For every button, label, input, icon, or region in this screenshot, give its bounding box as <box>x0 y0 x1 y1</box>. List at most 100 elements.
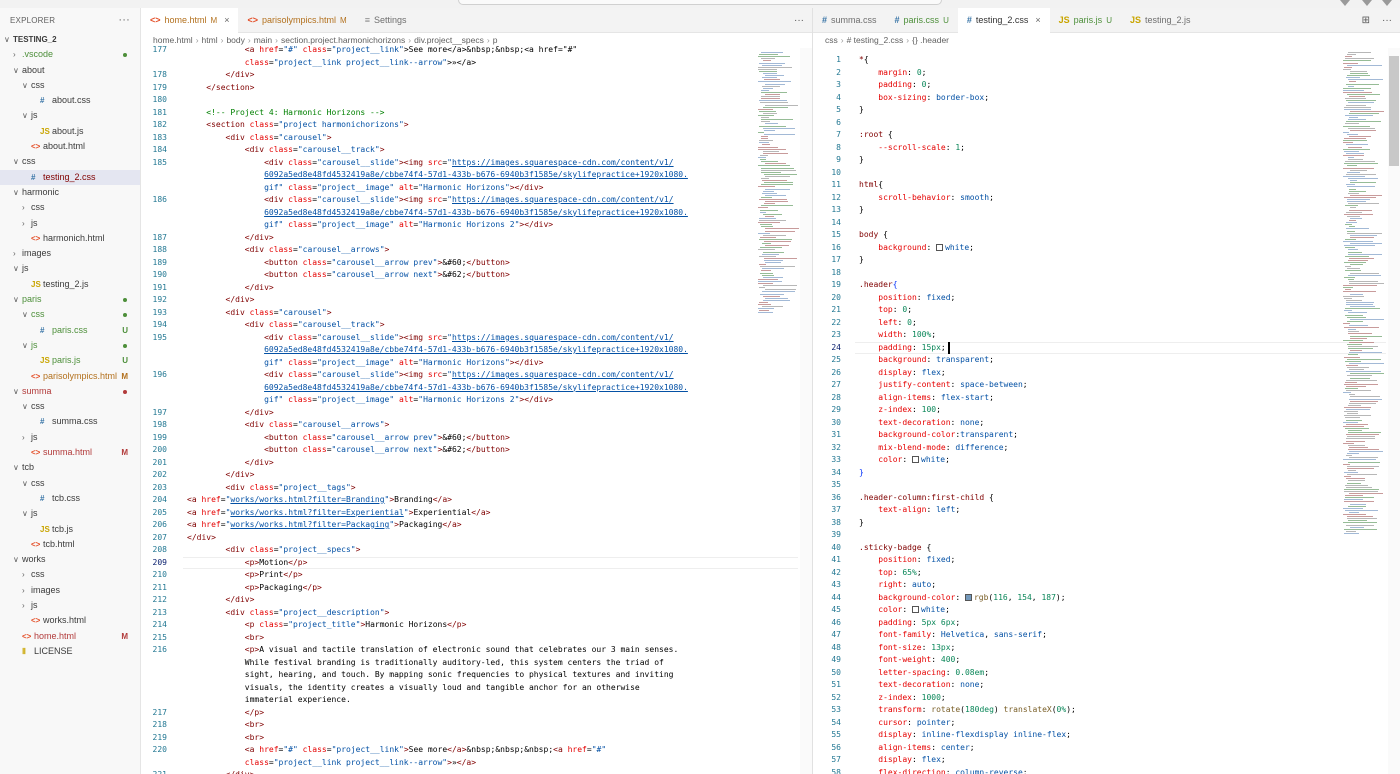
layout-toggle-icon[interactable] <box>1340 0 1350 6</box>
scrollbar[interactable] <box>1388 48 1400 774</box>
line-number: 197 <box>152 407 167 417</box>
breadcrumb-item[interactable]: css <box>825 35 838 45</box>
tree-item-about-css[interactable]: # about.css <box>0 93 140 108</box>
tree-item-harmonich-html[interactable]: <> harmonich.html <box>0 231 140 246</box>
title-bar <box>0 0 1400 8</box>
tree-item-js[interactable]: ∨ js <box>0 261 140 276</box>
tree-item-tcb-css[interactable]: # tcb.css <box>0 491 140 506</box>
tree-item-about[interactable]: ∨ about <box>0 63 140 78</box>
split-editor-icon[interactable]: ⊞ <box>1362 8 1370 33</box>
tree-item-parisolympics-html[interactable]: <> parisolympics.html M <box>0 369 140 384</box>
tree-item-paris-js[interactable]: JS paris.js U <box>0 353 140 368</box>
tab-testing-2-js[interactable]: JS testing_2.js <box>1121 8 1200 33</box>
tree-item-summa-html[interactable]: <> summa.html M <box>0 445 140 460</box>
close-icon[interactable]: × <box>224 8 229 33</box>
tree-item-paris[interactable]: ∨ paris <box>0 292 140 307</box>
minimap[interactable] <box>1343 48 1387 774</box>
scrollbar-thumb[interactable] <box>1389 56 1399 166</box>
tree-item-testing-2-js[interactable]: JS testing_2.js <box>0 277 140 292</box>
tab-testing-2-css[interactable]: # testing_2.css × <box>957 8 1050 33</box>
code-line: position: fixed; <box>878 292 956 302</box>
tree-item-tcb-js[interactable]: JS tcb.js <box>0 522 140 537</box>
tree-item-css[interactable]: › css <box>0 567 140 582</box>
tree-item-js[interactable]: ∨ js <box>0 108 140 123</box>
tree-item-js[interactable]: › js <box>0 598 140 613</box>
minimap-line <box>1345 308 1380 310</box>
minimap-line <box>1346 222 1357 224</box>
tree-item-css[interactable]: ∨ css <box>0 476 140 491</box>
code-line: <br> <box>244 720 265 729</box>
tree-item-css[interactable]: ∨ css <box>0 307 140 322</box>
tree-item-js[interactable]: › js <box>0 216 140 231</box>
minimap-line <box>1346 434 1379 436</box>
tree-item-paris-css[interactable]: # paris.css U <box>0 323 140 338</box>
code-line: right: auto; <box>878 580 937 589</box>
line-number: 220 <box>152 745 167 754</box>
code-line: width: 100%; <box>878 330 937 339</box>
line-number: 188 <box>152 245 167 254</box>
tree-item-summa[interactable]: ∨ summa <box>0 384 140 399</box>
tab-home-html[interactable]: <> home.html M × <box>141 8 239 33</box>
more-actions-icon[interactable]: ··· <box>1382 8 1392 33</box>
tree-item-testing-2[interactable]: ∨ TESTING_2 <box>0 32 140 47</box>
minimap-line <box>1349 446 1368 448</box>
tree-item-label: js <box>31 339 38 350</box>
more-actions-icon[interactable]: ··· <box>118 14 130 26</box>
tab-settings[interactable]: ≡ Settings <box>356 8 416 33</box>
tree-item-tcb[interactable]: ∨ tcb <box>0 460 140 475</box>
tree-item-tcb-html[interactable]: <> tcb.html <box>0 537 140 552</box>
minimap-line <box>759 54 778 56</box>
line-number: 17 <box>831 255 841 264</box>
tree-item-testing-2-css[interactable]: # testing_2.css <box>0 169 140 185</box>
git-status-badge: U <box>122 325 128 335</box>
breadcrumb-item[interactable]: # testing_2.css <box>847 35 904 45</box>
scrollbar[interactable] <box>800 48 812 774</box>
js-file-icon: JS <box>40 356 50 366</box>
code-editor[interactable]: 1 *{2 margin: 0; 3 padding: 0; 4 box-sizing… <box>813 48 1400 774</box>
layout-toggle-icon[interactable] <box>1382 0 1392 6</box>
tree-item-home-html[interactable]: <> home.html M <box>0 629 140 644</box>
tree-item-images[interactable]: › images <box>0 246 140 261</box>
breadcrumb-item[interactable]: {} .header <box>912 35 949 45</box>
minimap[interactable] <box>758 48 802 774</box>
tab-paris-css[interactable]: # paris.css U <box>886 8 958 33</box>
tree-item--vscode[interactable]: › .vscode <box>0 47 140 62</box>
tree-item-about-js[interactable]: JS about.js <box>0 124 140 139</box>
minimap-line <box>1346 152 1364 154</box>
tree-item-images[interactable]: › images <box>0 583 140 598</box>
tree-item-summa-css[interactable]: # summa.css <box>0 414 140 429</box>
line-number: 206 <box>152 520 167 529</box>
tree-item-js[interactable]: › js <box>0 430 140 445</box>
tree-item-label: harmonich.html <box>43 232 105 243</box>
tab-paris-js[interactable]: JS paris.js U <box>1050 8 1121 33</box>
html-file-icon: <> <box>22 631 32 641</box>
tree-item-js[interactable]: ∨ js <box>0 506 140 521</box>
minimap-line <box>1350 182 1376 184</box>
code-editor[interactable]: 177 <a href="#" class="project__link">Se… <box>141 45 812 774</box>
more-actions-icon[interactable]: ··· <box>794 8 804 33</box>
tree-item-css[interactable]: ∨ css <box>0 154 140 169</box>
minimap-line <box>1349 457 1378 459</box>
minimap-line <box>1343 142 1353 144</box>
tree-item-license[interactable]: Ⅱ LICENSE <box>0 644 140 659</box>
minimap-line <box>758 66 792 68</box>
layout-toggle-icon[interactable] <box>1362 0 1372 6</box>
tree-item-about-html[interactable]: <> about.html <box>0 139 140 154</box>
code-line: } <box>859 105 864 114</box>
tree-item-css[interactable]: ∨ css <box>0 78 140 93</box>
tree-item-works[interactable]: ∨ works <box>0 552 140 567</box>
tree-item-js[interactable]: ∨ js <box>0 338 140 353</box>
command-center-search[interactable] <box>458 0 942 5</box>
tree-item-works-html[interactable]: <> works.html <box>0 613 140 628</box>
close-icon[interactable]: × <box>1035 8 1040 33</box>
line-number: 12 <box>831 192 841 202</box>
tree-item-harmonic[interactable]: ∨ harmonic <box>0 185 140 200</box>
minimap-line <box>1344 196 1376 198</box>
minimap-line <box>761 52 783 53</box>
tree-item-css[interactable]: › css <box>0 200 140 215</box>
line-number: 39 <box>831 530 841 539</box>
tab-summa-css[interactable]: # summa.css <box>813 8 886 33</box>
minimap-line <box>1347 268 1360 270</box>
tab-parisolympics-html[interactable]: <> parisolympics.html M <box>238 8 355 33</box>
tree-item-css[interactable]: ∨ css <box>0 399 140 414</box>
